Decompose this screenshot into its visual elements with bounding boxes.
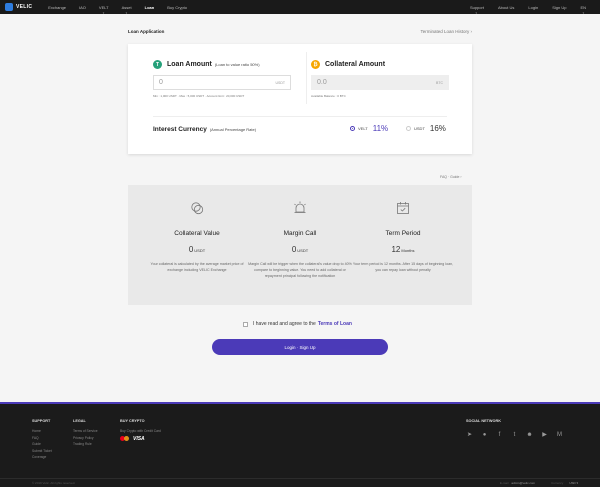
nav-iao[interactable]: IAO bbox=[79, 5, 86, 10]
calendar-icon bbox=[397, 202, 409, 214]
nav-about[interactable]: About Us bbox=[498, 5, 514, 10]
loan-amount-section: T Loan Amount (Loan to value ratio 50%) … bbox=[153, 60, 291, 98]
interest-option-velt[interactable]: VELT 11% bbox=[350, 124, 388, 133]
footer-support: SUPPORT Home FAQ Guide Submit Ticket Cov… bbox=[32, 419, 52, 459]
nav-asset[interactable]: Asset ▾ bbox=[122, 5, 132, 15]
footer-link-buy-crypto[interactable]: Buy Crypto with Credit Card bbox=[120, 429, 161, 433]
nav-signup[interactable]: Sign Up bbox=[552, 5, 566, 10]
interest-currency-label: Interest Currency (Annual Percentage Rate… bbox=[153, 126, 257, 133]
bitcoin-coin-icon: ₿ bbox=[311, 60, 320, 69]
interest-option-usdt[interactable]: USDT 16% bbox=[406, 124, 446, 133]
footer-social: SOCIAL NETWORK ➤ ● f t ☻ ▶ M bbox=[466, 419, 563, 438]
logo-text: VELIC bbox=[16, 4, 33, 10]
top-nav: VELIC Exchange IAO VELT ▾ Asset ▾ Loan Buy… bbox=[0, 0, 600, 15]
collateral-value-info: Collateral Value 0USDT Your collateral i… bbox=[145, 201, 249, 273]
login-signup-button[interactable]: Login · Sign Up bbox=[212, 339, 388, 355]
footer-link-trading-rule[interactable]: Trading Rule bbox=[73, 442, 98, 446]
divider bbox=[306, 52, 307, 104]
loan-amount-input[interactable]: 0 USDT bbox=[153, 75, 291, 90]
collateral-balance-hint: Available Balance : 0 BTC bbox=[311, 94, 346, 98]
loan-section-header: Loan Application Terminated Loan History… bbox=[128, 29, 472, 34]
visa-icon: VISA bbox=[133, 435, 145, 442]
footer-link-terms[interactable]: Terms of Service bbox=[73, 429, 98, 433]
youtube-icon[interactable]: ▶ bbox=[541, 431, 548, 438]
nav-velt[interactable]: VELT ▾ bbox=[99, 5, 109, 15]
collateral-section: ₿ Collateral Amount 0.0 BTC Available Ba… bbox=[311, 60, 449, 98]
footer-buy-crypto: BUY CRYPTO Buy Crypto with Credit Card V… bbox=[120, 419, 161, 442]
chevron-down-icon: ▾ bbox=[125, 10, 128, 15]
footer-link-guide[interactable]: Guide bbox=[32, 442, 52, 446]
radio-unselected-icon[interactable] bbox=[406, 126, 411, 131]
terms-checkbox[interactable] bbox=[243, 321, 248, 327]
loan-amount-note: (Loan to value ratio 50%) bbox=[214, 62, 260, 67]
loan-info-panel: Collateral Value 0USDT Your collateral i… bbox=[128, 185, 472, 305]
nav-login[interactable]: Login bbox=[528, 5, 538, 10]
alarm-icon bbox=[294, 201, 306, 213]
loan-history-link[interactable]: Terminated Loan History › bbox=[420, 29, 472, 34]
collateral-amount-label: Collateral Amount bbox=[325, 61, 386, 68]
footer-link-home[interactable]: Home bbox=[32, 429, 52, 433]
footer: SUPPORT Home FAQ Guide Submit Ticket Cov… bbox=[0, 402, 600, 487]
radio-selected-icon[interactable] bbox=[350, 126, 355, 131]
term-period-info: Term Period 12Months Your term period is… bbox=[351, 201, 455, 273]
footer-link-coverage[interactable]: Coverage bbox=[32, 455, 52, 459]
chevron-down-icon: ▾ bbox=[102, 10, 105, 15]
nav-buy-crypto[interactable]: Buy Crypto bbox=[167, 5, 187, 10]
chevron-down-icon: ▾ bbox=[582, 10, 585, 15]
payment-cards: VISA bbox=[120, 436, 161, 442]
facebook-icon[interactable]: f bbox=[496, 431, 503, 438]
terms-agreement: I have read and agree to the Terms of Lo… bbox=[243, 321, 352, 327]
logo[interactable]: VELIC bbox=[5, 3, 32, 11]
coins-icon bbox=[191, 202, 204, 215]
nav-language[interactable]: EN ▾ bbox=[580, 5, 586, 15]
loan-amount-label: Loan Amount bbox=[167, 61, 212, 68]
divider bbox=[153, 116, 447, 117]
faq-guide-link[interactable]: FAQ · Guide › bbox=[440, 175, 462, 179]
tether-coin-icon: T bbox=[153, 60, 162, 69]
nav-exchange[interactable]: Exchange bbox=[48, 5, 66, 10]
telegram-icon[interactable]: ➤ bbox=[466, 431, 473, 438]
nav-loan[interactable]: Loan bbox=[145, 5, 155, 10]
kakaotalk-icon[interactable]: ● bbox=[481, 431, 488, 438]
twitter-icon[interactable]: t bbox=[511, 431, 518, 438]
footer-link-faq[interactable]: FAQ bbox=[32, 436, 52, 440]
divider bbox=[0, 478, 600, 479]
velic-logo-icon bbox=[5, 3, 13, 11]
email-link[interactable]: admin@velic.com bbox=[511, 481, 535, 485]
mastercard-icon bbox=[120, 436, 129, 441]
footer-contact: E-mail admin@velic.com Currency USD ▾ bbox=[499, 481, 578, 485]
collateral-amount-field: 0.0 BTC bbox=[311, 75, 449, 90]
nav-support[interactable]: Support ▾ bbox=[470, 5, 484, 15]
footer-link-submit-ticket[interactable]: Submit Ticket bbox=[32, 449, 52, 453]
footer-legal: LEGAL Terms of Service Privacy Policy Tr… bbox=[73, 419, 98, 446]
loan-amount-hint: Min : 1,000 USDT · Max : 5,000 USDT · Ac… bbox=[153, 94, 245, 98]
medium-icon[interactable]: M bbox=[556, 431, 563, 438]
reddit-icon[interactable]: ☻ bbox=[526, 431, 533, 438]
copyright: © 2019 Velic. All rights reserved. bbox=[32, 481, 76, 485]
currency-select[interactable]: USD ▾ bbox=[566, 481, 578, 485]
page-title: Loan Application bbox=[128, 29, 165, 34]
margin-call-info: Margin Call 0USDT Margin Call will be tr… bbox=[248, 201, 352, 279]
footer-link-privacy[interactable]: Privacy Policy bbox=[73, 436, 98, 440]
chevron-down-icon: ▾ bbox=[475, 10, 478, 15]
terms-of-loan-link[interactable]: Terms of Loan bbox=[318, 321, 352, 327]
loan-card: T Loan Amount (Loan to value ratio 50%) … bbox=[128, 44, 472, 154]
